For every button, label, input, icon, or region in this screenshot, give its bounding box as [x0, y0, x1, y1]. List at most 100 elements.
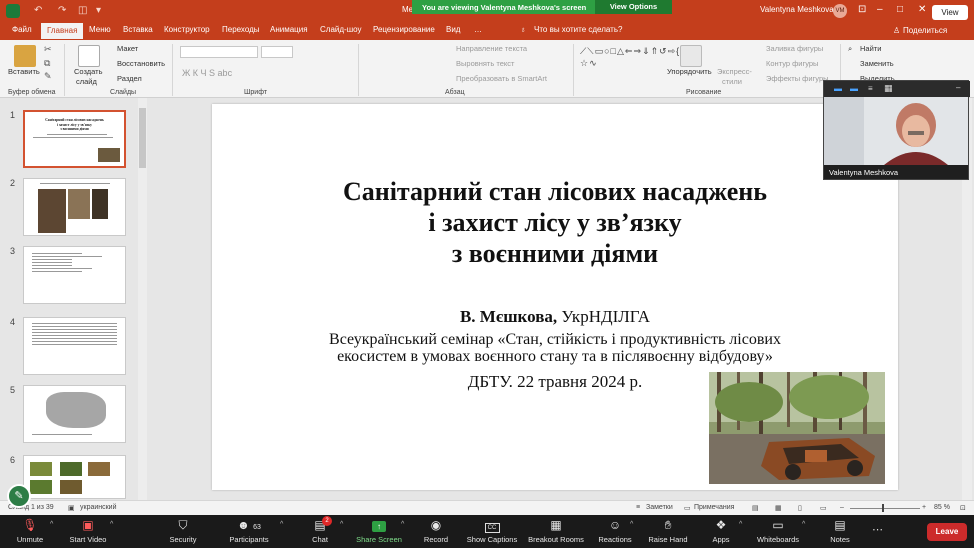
slide-thumbnail-5[interactable] — [23, 385, 126, 443]
maximize-icon[interactable]: □ — [897, 4, 903, 15]
tab-transitions[interactable]: Переходы — [222, 25, 260, 34]
notes-button-zoom[interactable]: ▤ Notes — [810, 518, 870, 544]
font-name-input[interactable] — [180, 46, 258, 58]
language-indicator[interactable]: украинский — [80, 504, 117, 511]
minimize-icon[interactable]: – — [877, 4, 883, 15]
text-direction-button[interactable]: Направление текста — [456, 44, 527, 53]
paste-icon[interactable] — [14, 45, 36, 67]
slide-canvas[interactable]: Санітарний стан лісових насаджень і захи… — [212, 104, 898, 490]
customize-icon[interactable]: ▾ — [96, 5, 101, 16]
whiteboards-caret[interactable]: ^ — [802, 521, 805, 528]
annotate-pencil-icon[interactable]: ✎ — [7, 484, 31, 508]
zoom-slider-thumb[interactable] — [882, 504, 884, 512]
normal-view-icon[interactable]: ▤ — [752, 504, 759, 512]
shapes-gallery[interactable]: ⟋⟍▭○□△⇐⇒⇓⇑↺⇨{}☆∿ — [580, 45, 683, 83]
save-icon[interactable]: ◫ — [78, 5, 87, 16]
show-captions-button[interactable]: CC Show Captions — [462, 518, 522, 544]
zoom-slider[interactable] — [850, 508, 920, 509]
paste-button[interactable]: Вставить — [8, 67, 40, 76]
tab-slideshow[interactable]: Слайд-шоу — [320, 25, 361, 34]
gallery-strip-icon[interactable]: ▬ — [850, 84, 858, 93]
share-screen-button[interactable]: ↑ Share Screen — [349, 518, 409, 544]
reset-button[interactable]: Восстановить — [117, 59, 165, 68]
quick-styles-button[interactable]: Экспресс- — [717, 67, 752, 76]
slide-author[interactable]: В. Мєшкова, УкрНДІЛГА — [212, 307, 898, 327]
slide-photo-destroyed-vehicle[interactable] — [709, 372, 885, 484]
zoom-level[interactable]: 85 % — [934, 504, 950, 511]
slide-thumbnail-4[interactable] — [23, 317, 126, 375]
slide-sorter-icon[interactable]: ▦ — [775, 504, 782, 512]
video-options-caret[interactable]: ^ — [110, 521, 113, 528]
whiteboards-button[interactable]: ▭ Whiteboards — [748, 518, 808, 544]
audio-options-caret[interactable]: ^ — [50, 521, 53, 528]
new-slide-button[interactable]: Создать — [74, 67, 103, 76]
cut-icon[interactable]: ✂ — [44, 44, 52, 55]
view-button[interactable]: View — [932, 5, 968, 20]
tab-menu[interactable]: Меню — [89, 25, 111, 34]
close-icon[interactable]: ✕ — [918, 4, 926, 15]
copy-icon[interactable]: ⧉ — [44, 58, 50, 69]
slide-title[interactable]: Санітарний стан лісових насаджень і захи… — [212, 176, 898, 269]
convert-smartart-button[interactable]: Преобразовать в SmartArt — [456, 74, 547, 83]
chat-caret[interactable]: ^ — [340, 521, 343, 528]
zoom-in-icon[interactable]: + — [922, 504, 926, 511]
view-options-button[interactable]: View Options — [595, 0, 672, 14]
participants-button[interactable]: ☻ 63 Participants — [219, 518, 279, 544]
slide-thumbnail-2[interactable] — [23, 178, 126, 236]
reading-view-icon[interactable]: ▯ — [798, 504, 802, 512]
start-video-button[interactable]: ▣ Start Video — [58, 518, 118, 544]
apps-caret[interactable]: ^ — [739, 521, 742, 528]
format-painter-icon[interactable]: ✎ — [44, 71, 52, 82]
undo-icon[interactable]: ↶ — [34, 5, 42, 16]
breakout-rooms-button[interactable]: ▦ Breakout Rooms — [526, 518, 586, 544]
zoom-out-icon[interactable]: – — [840, 504, 844, 511]
spell-check-icon[interactable]: ▣ — [68, 504, 75, 512]
layout-button[interactable]: Макет — [117, 44, 138, 53]
redo-icon[interactable]: ↷ — [58, 5, 66, 16]
tell-me-input[interactable]: Что вы хотите сделать? — [534, 25, 622, 34]
grid-view-icon[interactable]: ▦ — [884, 83, 893, 94]
notes-button[interactable]: Заметки — [646, 504, 673, 511]
fit-slide-icon[interactable]: ⊡ — [960, 504, 966, 512]
minimize-video-icon[interactable]: – — [956, 83, 960, 92]
user-name[interactable]: Valentyna Meshkova — [760, 5, 834, 14]
tab-animations[interactable]: Анимация — [270, 25, 308, 34]
reactions-button[interactable]: ☺ Reactions — [585, 518, 645, 544]
arrange-button[interactable]: Упорядочить — [667, 67, 712, 76]
shape-fill-button[interactable]: Заливка фигуры — [766, 44, 823, 53]
arrange-icon[interactable] — [680, 45, 702, 67]
comments-button[interactable]: Примечания — [694, 504, 734, 511]
tab-view[interactable]: Вид — [446, 25, 460, 34]
leave-button[interactable]: Leave — [927, 523, 967, 541]
font-size-input[interactable] — [261, 46, 293, 58]
slideshow-view-icon[interactable]: ▭ — [820, 504, 827, 512]
new-slide-icon[interactable] — [78, 45, 100, 67]
slide-seminar[interactable]: Всеукраїнський семінар «Стан, стійкість … — [292, 331, 818, 365]
replace-button[interactable]: Заменить — [860, 59, 894, 68]
share-button[interactable]: Поделиться — [903, 26, 947, 35]
share-caret[interactable]: ^ — [401, 521, 404, 528]
speaker-view-icon[interactable]: ▬ — [834, 84, 842, 93]
font-format-buttons[interactable]: Ж К Ч S abc — [182, 68, 232, 78]
slide-thumbnail-6[interactable] — [23, 455, 126, 499]
tab-home[interactable]: Главная — [41, 23, 84, 39]
tab-design[interactable]: Конструктор — [164, 25, 210, 34]
find-button[interactable]: Найти — [860, 44, 881, 53]
align-text-button[interactable]: Выровнять текст — [456, 59, 514, 68]
slide-thumbnail-1[interactable]: Санітарний стан лісових насаджень і захис… — [23, 110, 126, 168]
tab-file[interactable]: Файл — [12, 25, 32, 34]
raise-hand-button[interactable]: ✋︎ Raise Hand — [638, 518, 698, 544]
shape-effects-button[interactable]: Эффекты фигуры — [766, 74, 829, 83]
more-icon[interactable]: ⋯ — [872, 523, 883, 536]
avatar[interactable]: VM — [833, 4, 847, 18]
ribbon-display-icon[interactable]: ⊡ — [858, 4, 866, 15]
tab-extra[interactable]: … — [474, 25, 482, 34]
slide-thumbnail-3[interactable] — [23, 246, 126, 304]
participant-video-tile[interactable]: ▬ ▬ ≡ ▦ – Valentyna Meshkova — [823, 80, 970, 180]
tab-insert[interactable]: Вставка — [123, 25, 153, 34]
section-button[interactable]: Раздел — [117, 74, 142, 83]
shape-outline-button[interactable]: Контур фигуры — [766, 59, 818, 68]
participants-caret[interactable]: ^ — [280, 521, 283, 528]
tab-review[interactable]: Рецензирование — [373, 25, 435, 34]
record-button[interactable]: ◉ Record — [406, 518, 466, 544]
